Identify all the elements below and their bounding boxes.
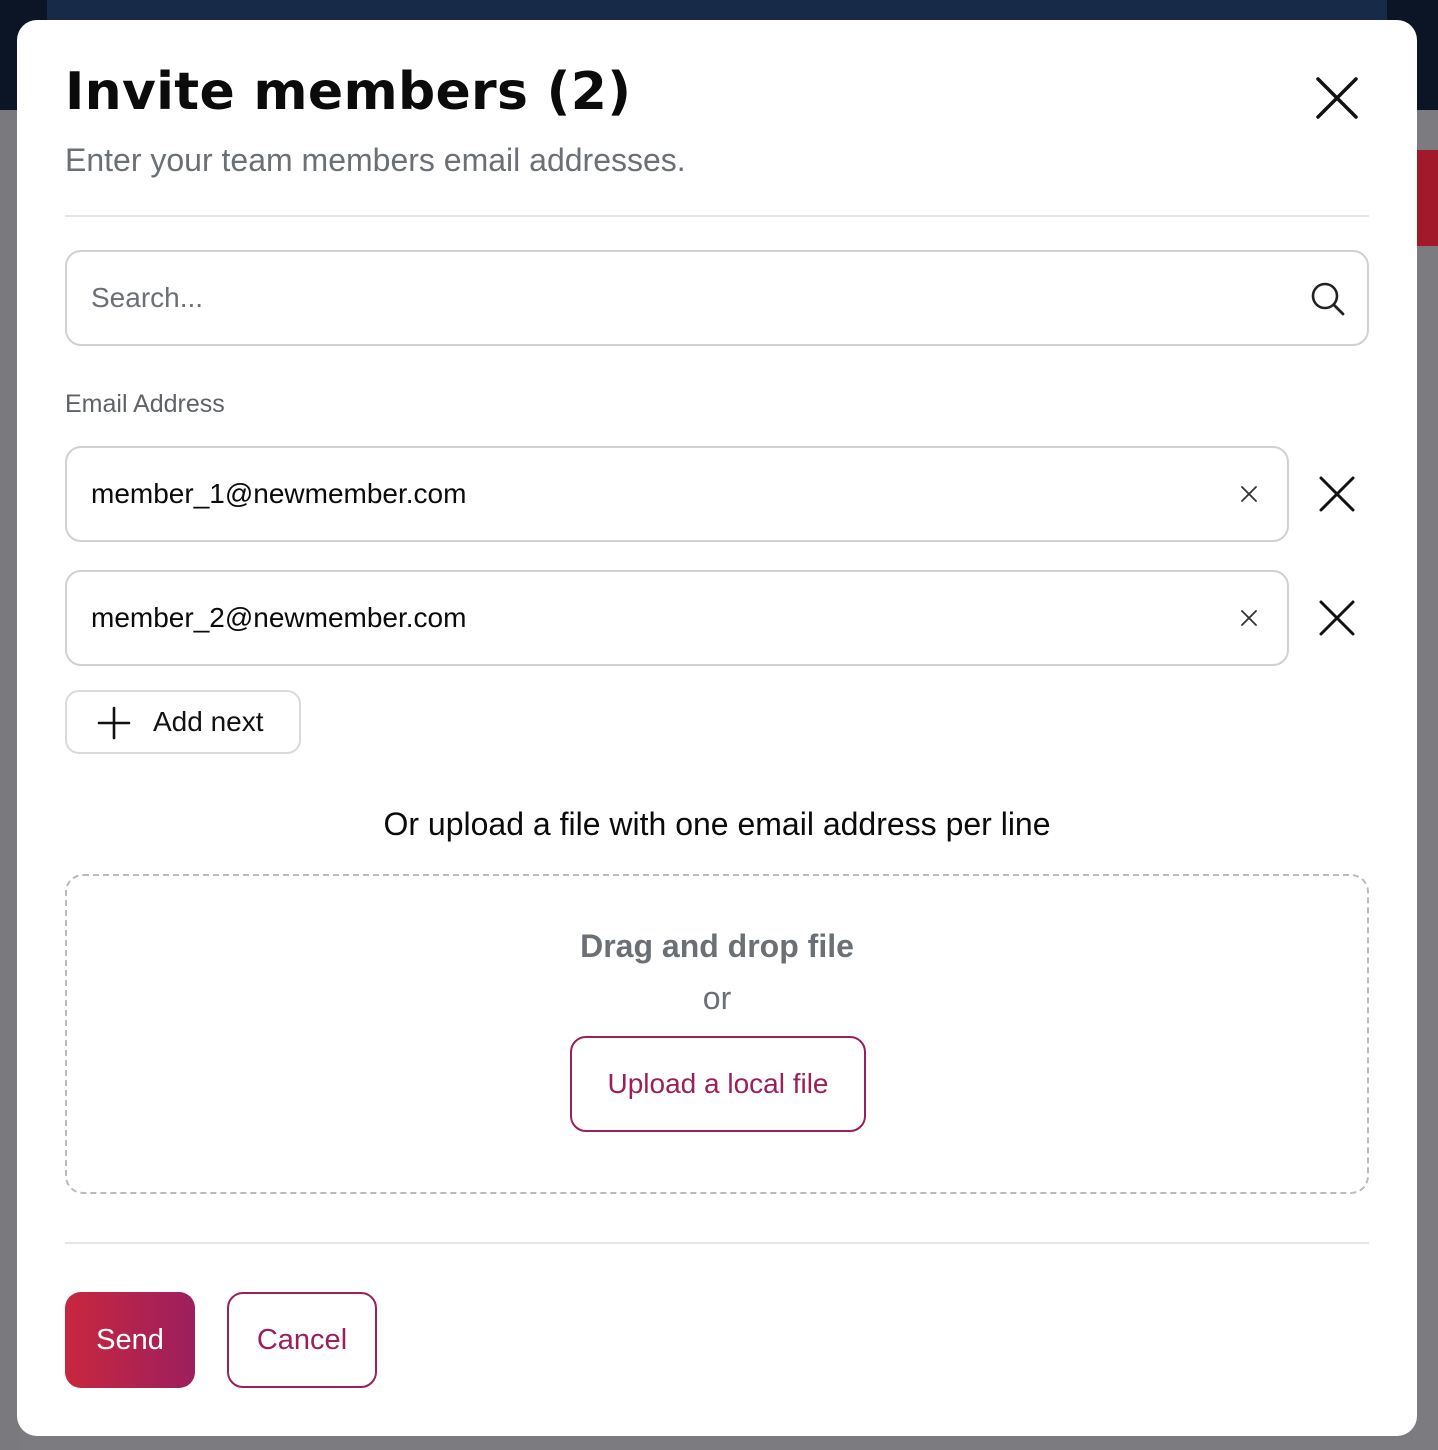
close-modal-button[interactable] xyxy=(1309,70,1365,126)
close-icon xyxy=(1316,77,1358,119)
clear-icon[interactable] xyxy=(1237,606,1261,630)
header-divider xyxy=(65,215,1369,217)
modal-subtitle: Enter your team members email addresses. xyxy=(65,142,686,178)
email-input[interactable] xyxy=(91,448,1211,540)
remove-icon[interactable] xyxy=(1317,474,1357,514)
search-field[interactable] xyxy=(65,250,1369,346)
add-next-button[interactable]: Add next xyxy=(65,690,301,754)
clear-icon[interactable] xyxy=(1237,482,1261,506)
background-topbar-inner xyxy=(47,0,1387,20)
email-input[interactable] xyxy=(91,572,1211,664)
search-icon[interactable] xyxy=(1309,280,1347,318)
upload-local-file-button[interactable]: Upload a local file xyxy=(570,1036,866,1132)
remove-icon[interactable] xyxy=(1317,598,1357,638)
dropzone-or: or xyxy=(702,980,732,1016)
dropzone-title: Drag and drop file xyxy=(580,928,854,964)
modal-title: Invite members (2) xyxy=(65,62,632,122)
send-button[interactable]: Send xyxy=(65,1292,195,1388)
email-field[interactable] xyxy=(65,570,1289,666)
email-address-label: Email Address xyxy=(65,390,225,418)
email-row xyxy=(65,570,1369,666)
invite-members-modal: Invite members (2) Enter your team membe… xyxy=(17,20,1417,1436)
footer-divider xyxy=(65,1242,1369,1244)
email-row xyxy=(65,446,1369,542)
email-field[interactable] xyxy=(65,446,1289,542)
plus-icon xyxy=(97,706,131,740)
cancel-button[interactable]: Cancel xyxy=(227,1292,377,1388)
add-next-label: Add next xyxy=(153,706,264,737)
search-input[interactable] xyxy=(91,252,1271,344)
upload-hint: Or upload a file with one email address … xyxy=(383,806,1051,842)
file-dropzone[interactable]: Drag and drop file or Upload a local fil… xyxy=(65,874,1369,1194)
